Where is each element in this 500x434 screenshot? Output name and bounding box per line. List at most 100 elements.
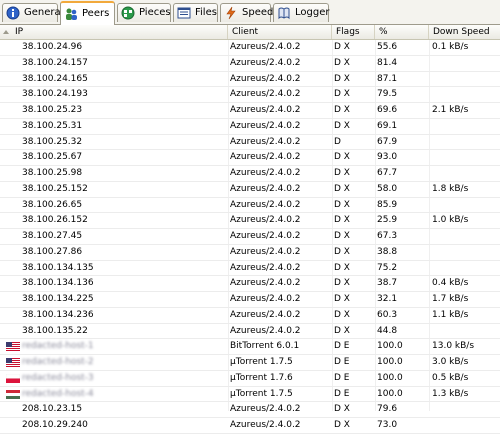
peer-percent: 55.6 xyxy=(377,40,427,55)
files-icon xyxy=(177,6,191,20)
hu-flag-icon xyxy=(6,390,20,399)
peer-row[interactable]: 38.100.25.32Azureus/2.4.0.2D67.9 xyxy=(0,135,500,151)
peer-flags: D X xyxy=(334,276,374,291)
peer-flags: D X xyxy=(334,292,374,307)
peer-flags: D X xyxy=(334,87,374,102)
peer-row[interactable]: 38.100.134.136Azureus/2.4.0.2D X38.70.4 … xyxy=(0,276,500,292)
peer-flags: D X xyxy=(334,198,374,213)
peer-down-speed xyxy=(432,119,498,134)
peer-client: Azureus/2.4.0.2 xyxy=(230,135,333,150)
peer-ip: 38.100.25.31 xyxy=(22,119,227,134)
peer-ip: 38.100.134.135 xyxy=(22,261,227,276)
peer-client: µTorrent 1.7.6 xyxy=(230,371,333,386)
peer-flags: D X xyxy=(334,72,374,87)
peer-down-speed xyxy=(432,135,498,150)
peer-client: Azureus/2.4.0.2 xyxy=(230,182,333,197)
peer-row[interactable]: 208.10.29.240Azureus/2.4.0.2D X73.0 xyxy=(0,418,500,434)
peer-row[interactable]: 38.100.25.98Azureus/2.4.0.2D X67.7 xyxy=(0,166,500,182)
peer-row[interactable]: redacted-host-3µTorrent 1.7.6D E100.00.5… xyxy=(0,371,500,387)
peer-down-speed: 0.5 kB/s xyxy=(432,371,498,386)
us-flag-icon xyxy=(6,358,20,367)
column-header-flags-label: Flags xyxy=(336,27,360,37)
peer-flags: D X xyxy=(334,261,374,276)
peer-row[interactable]: 38.100.25.23Azureus/2.4.0.2D X69.62.1 kB… xyxy=(0,103,500,119)
peer-flags: D X xyxy=(334,213,374,228)
tab-pieces[interactable]: Pieces xyxy=(117,3,171,22)
peer-flags: D X xyxy=(334,308,374,323)
column-header-client[interactable]: Client xyxy=(228,25,332,39)
tab-files[interactable]: Files xyxy=(173,3,218,22)
peer-flags: D X xyxy=(334,245,374,260)
peer-row[interactable]: 38.100.25.152Azureus/2.4.0.2D X58.01.8 k… xyxy=(0,182,500,198)
peer-ip: 38.100.25.152 xyxy=(22,182,227,197)
peer-row[interactable]: redacted-host-1BitTorrent 6.0.1D E100.01… xyxy=(0,339,500,355)
peer-ip: 38.100.24.193 xyxy=(22,87,227,102)
peer-row[interactable]: redacted-host-2µTorrent 1.7.5D E100.03.0… xyxy=(0,355,500,371)
peer-flags: D X xyxy=(334,119,374,134)
peer-row[interactable]: 38.100.24.193Azureus/2.4.0.2D X79.5 xyxy=(0,87,500,103)
peer-ip: 38.100.24.157 xyxy=(22,56,227,71)
peer-flags: D xyxy=(334,135,374,150)
peer-percent: 93.0 xyxy=(377,150,427,165)
peer-flags: D X xyxy=(334,150,374,165)
peer-down-speed: 0.4 kB/s xyxy=(432,276,498,291)
peer-row[interactable]: 38.100.27.45Azureus/2.4.0.2D X67.3 xyxy=(0,229,500,245)
peer-row[interactable]: 38.100.134.135Azureus/2.4.0.2D X75.2 xyxy=(0,261,500,277)
peer-client: Azureus/2.4.0.2 xyxy=(230,119,333,134)
us-flag-icon xyxy=(6,342,20,351)
peers-table-body: 38.100.24.96Azureus/2.4.0.2D X55.60.1 kB… xyxy=(0,40,500,434)
column-header-flags[interactable]: Flags xyxy=(332,25,375,39)
peer-ip: 38.100.134.225 xyxy=(22,292,227,307)
peer-flags: D X xyxy=(334,402,374,417)
peer-row[interactable]: 38.100.25.31Azureus/2.4.0.2D X69.1 xyxy=(0,119,500,135)
tab-logger-label: Logger xyxy=(295,6,329,20)
tab-logger[interactable]: Logger xyxy=(273,3,329,22)
peer-client: Azureus/2.4.0.2 xyxy=(230,40,333,55)
peer-flags: D X xyxy=(334,182,374,197)
peer-percent: 44.8 xyxy=(377,324,427,339)
tab-speed-label: Speed xyxy=(242,6,273,20)
peer-row[interactable]: redacted-host-4µTorrent 1.7.5D E100.01.3… xyxy=(0,387,500,403)
peer-percent: 85.9 xyxy=(377,198,427,213)
peer-client: Azureus/2.4.0.2 xyxy=(230,213,333,228)
peer-row[interactable]: 38.100.26.152Azureus/2.4.0.2D X25.91.0 k… xyxy=(0,213,500,229)
peer-client: Azureus/2.4.0.2 xyxy=(230,150,333,165)
peer-percent: 79.5 xyxy=(377,87,427,102)
tab-general[interactable]: General xyxy=(2,3,58,22)
peer-row[interactable]: 38.100.135.22Azureus/2.4.0.2D X44.8 xyxy=(0,324,500,340)
column-header-down-speed[interactable]: Down Speed xyxy=(429,25,500,39)
peer-row[interactable]: 38.100.27.86Azureus/2.4.0.2D X38.8 xyxy=(0,245,500,261)
tab-speed[interactable]: Speed xyxy=(220,3,271,22)
peer-row[interactable]: 38.100.24.96Azureus/2.4.0.2D X55.60.1 kB… xyxy=(0,40,500,56)
peer-ip: 208.10.29.240 xyxy=(22,418,227,433)
peer-percent: 58.0 xyxy=(377,182,427,197)
peer-client: Azureus/2.4.0.2 xyxy=(230,198,333,213)
peer-down-speed xyxy=(432,150,498,165)
peer-client: Azureus/2.4.0.2 xyxy=(230,56,333,71)
column-header-ip[interactable]: IP xyxy=(0,25,228,39)
peer-client: Azureus/2.4.0.2 xyxy=(230,245,333,260)
peer-row[interactable]: 38.100.134.225Azureus/2.4.0.2D X32.11.7 … xyxy=(0,292,500,308)
peer-client: Azureus/2.4.0.2 xyxy=(230,324,333,339)
peer-row[interactable]: 38.100.24.165Azureus/2.4.0.2D X87.1 xyxy=(0,72,500,88)
peer-client: Azureus/2.4.0.2 xyxy=(230,229,333,244)
peer-down-speed: 2.1 kB/s xyxy=(432,103,498,118)
peer-ip: 38.100.24.165 xyxy=(22,72,227,87)
peer-row[interactable]: 38.100.24.157Azureus/2.4.0.2D X81.4 xyxy=(0,56,500,72)
peer-flags: D E xyxy=(334,371,374,386)
peer-row[interactable]: 38.100.134.236Azureus/2.4.0.2D X60.31.1 … xyxy=(0,308,500,324)
peer-client: Azureus/2.4.0.2 xyxy=(230,418,333,433)
peer-down-speed xyxy=(432,402,498,417)
column-header-percent[interactable]: % xyxy=(375,25,429,39)
peer-row[interactable]: 208.10.23.15Azureus/2.4.0.2D X79.6 xyxy=(0,402,500,418)
peer-down-speed xyxy=(432,166,498,181)
peer-percent: 38.7 xyxy=(377,276,427,291)
peer-row[interactable]: 38.100.26.65Azureus/2.4.0.2D X85.9 xyxy=(0,198,500,214)
peer-ip: 38.100.26.152 xyxy=(22,213,227,228)
tab-peers[interactable]: Peers xyxy=(60,1,115,25)
peer-down-speed: 1.0 kB/s xyxy=(432,213,498,228)
peer-row[interactable]: 38.100.25.67Azureus/2.4.0.2D X93.0 xyxy=(0,150,500,166)
peer-down-speed xyxy=(432,245,498,260)
peer-client: µTorrent 1.7.5 xyxy=(230,387,333,402)
peer-ip: redacted-host-3 xyxy=(22,371,227,386)
